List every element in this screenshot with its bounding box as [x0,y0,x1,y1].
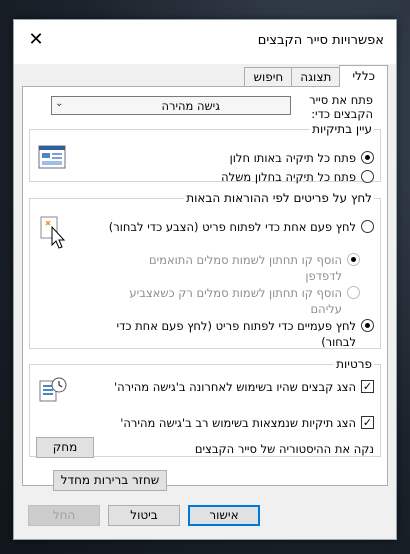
privacy-legend: פרטיות [336,357,372,371]
double-click-radio[interactable] [361,319,374,332]
show-recent-files-label: הצג קבצים שהיו בשימוש לאחרונה ב'גישה מהי… [114,380,356,394]
open-own-window-label: פתח כל תיקיה בחלון משלה [221,170,356,184]
folder-windows-icon [38,144,66,170]
double-click-option[interactable]: לחץ פעמיים כדי לפתוח פריט (לחץ פעם אחת כ… [106,318,374,350]
show-recent-files-option[interactable]: ✓ הצג קבצים שהיו בשימוש לאחרונה ב'גישה מ… [104,379,374,395]
show-frequent-folders-checkbox[interactable]: ✓ [361,416,374,429]
underline-hover-option[interactable]: הוסף קו תחתון לשמות סמלים רק כשאצביע עלי… [110,285,360,317]
close-icon[interactable]: ✕ [20,26,52,54]
double-click-label: לחץ פעמיים כדי לפתוח פריט (לחץ פעם אחת כ… [116,319,356,349]
apply-button[interactable]: החל [28,505,100,526]
general-panel: פתח את סייר הקבצים כדי: גישה מהירה ⌄ עיי… [22,86,388,491]
tab-strip: כללי תצוגה חיפוש [244,65,388,87]
show-recent-files-checkbox[interactable]: ✓ [361,380,374,393]
chevron-down-icon: ⌄ [55,98,64,109]
ok-button[interactable]: אישור [188,505,260,526]
restore-defaults-button[interactable]: שחזר ברירות מחדל [53,470,167,491]
clear-history-label: נקה את ההיסטוריה של סייר הקבצים [194,442,374,456]
cancel-button[interactable]: ביטול [108,505,180,526]
recent-files-clock-icon [38,375,68,405]
underline-hover-label: הוסף קו תחתון לשמות סמלים רק כשאצביע עלי… [129,286,342,316]
open-explorer-to-label: פתח את סייר הקבצים כדי: [309,93,373,121]
tab-view[interactable]: תצוגה [291,67,341,87]
open-explorer-to-value: גישה מהירה [161,99,220,113]
open-own-window-option[interactable]: פתח כל תיקיה בחלון משלה [221,169,374,185]
open-same-window-radio[interactable] [361,151,374,164]
open-same-window-option[interactable]: פתח כל תיקיה באותו חלון [230,150,374,166]
open-explorer-to-dropdown[interactable]: גישה מהירה ⌄ [51,96,291,115]
underline-browser-option[interactable]: הוסף קו תחתון לשמות סמלים התואמים לדפדפן [110,252,360,284]
privacy-group: פרטיות ✓ הצג קבצים שהיו בשימוש לאחרונה ב… [29,357,381,458]
title-bar: אפשרויות סייר הקבצים ✕ [14,20,396,64]
open-same-window-label: פתח כל תיקיה באותו חלון [229,151,356,165]
show-frequent-folders-label: הצג תיקיות שנמצאות בשימוש רב ב'גישה מהיר… [120,416,356,430]
underline-browser-radio[interactable] [347,253,360,266]
window-title: אפשרויות סייר הקבצים [257,33,384,48]
underline-browser-label: הוסף קו תחתון לשמות סמלים התואמים לדפדפן [148,253,342,283]
browse-folders-legend: עיין בתיקיות [312,122,372,136]
folder-options-dialog: אפשרויות סייר הקבצים ✕ כללי תצוגה חיפוש … [13,19,397,540]
click-pointer-icon [38,215,68,249]
tab-general[interactable]: כללי [339,65,388,87]
single-click-option[interactable]: לחץ פעם אחת כדי לפתוח פריט (הצבע כדי לבח… [106,219,374,235]
show-frequent-folders-option[interactable]: ✓ הצג תיקיות שנמצאות בשימוש רב ב'גישה מה… [104,415,374,431]
click-items-legend: לחץ על פריטים לפי ההוראות הבאות [186,191,372,205]
underline-hover-radio[interactable] [347,286,360,299]
single-click-label: לחץ פעם אחת כדי לפתוח פריט (הצבע כדי לבח… [108,220,356,234]
click-items-group: לחץ על פריטים לפי ההוראות הבאות לחץ פעם … [29,191,381,349]
open-own-window-radio[interactable] [361,170,374,183]
single-click-radio[interactable] [361,220,374,233]
browse-folders-group: עיין בתיקיות פתח כל תיקיה באותו חלון פתח… [29,122,381,185]
tab-search[interactable]: חיפוש [244,67,293,87]
clear-history-button[interactable]: מחק [36,437,94,458]
